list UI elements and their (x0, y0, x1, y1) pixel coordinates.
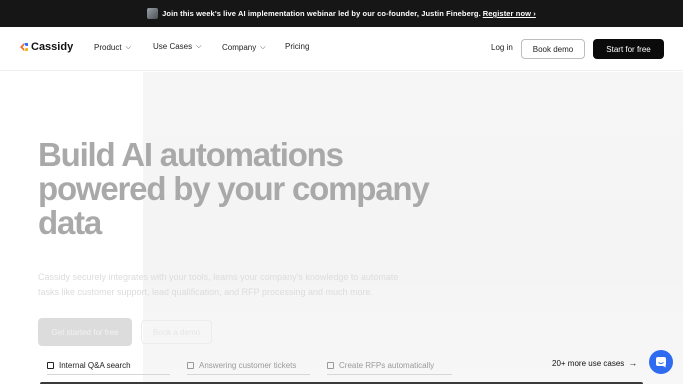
start-for-free-button[interactable]: Start for free (593, 39, 664, 59)
hero-book-demo-button[interactable]: Book a demo (141, 320, 212, 344)
document-icon (47, 362, 54, 369)
nav-product[interactable]: Product ⌵ (94, 43, 131, 52)
tab-internal-qa-search[interactable]: Internal Q&A search (47, 356, 170, 375)
nav-company[interactable]: Company ⌵ (222, 43, 266, 52)
get-started-button[interactable]: Get started for free (38, 318, 132, 346)
avatar-thumbnail-icon (147, 8, 159, 19)
chevron-down-icon: ⌵ (196, 42, 202, 50)
logo-wordmark: Cassidy (31, 41, 74, 53)
tab-underline (47, 374, 170, 375)
chevron-down-icon: ⌵ (260, 43, 266, 51)
chat-launcher-button[interactable] (649, 350, 673, 374)
nav-product-label: Product (94, 43, 122, 52)
document-icon (187, 362, 194, 369)
chevron-down-icon: ⌵ (125, 43, 131, 51)
cassidy-logo[interactable]: Cassidy (19, 41, 73, 53)
tab-label: Answering customer tickets (199, 361, 297, 370)
headline-line-3: data (38, 204, 102, 241)
cassidy-logo-icon (20, 43, 28, 51)
nav-pricing-label: Pricing (285, 42, 310, 51)
nav-use-cases-label: Use Cases (153, 42, 193, 51)
announcement-bar: Join this week's live AI implementation … (0, 0, 683, 27)
tab-label: Internal Q&A search (59, 361, 131, 370)
top-navigation: Cassidy Product ⌵ Use Cases ⌵ Company ⌵ … (0, 27, 683, 71)
subtext-line-2: tasks like customer support, lead qualif… (38, 287, 373, 297)
tab-create-rfps[interactable]: Create RFPs automatically (327, 356, 452, 375)
document-icon (327, 362, 334, 369)
chat-icon (656, 357, 666, 368)
hero-headline: Build AI automations powered by your com… (38, 138, 438, 240)
hero-subtext: Cassidy securely integrates with your to… (38, 270, 418, 300)
tab-underline (327, 374, 452, 375)
book-demo-button[interactable]: Book demo (521, 39, 585, 59)
nav-pricing[interactable]: Pricing (285, 42, 309, 51)
arrow-right-icon: → (628, 358, 638, 368)
more-use-cases-link[interactable]: 20+ more use cases → (552, 358, 637, 368)
tab-label: Create RFPs automatically (339, 361, 435, 370)
tab-answering-customer-tickets[interactable]: Answering customer tickets (187, 356, 310, 375)
announcement-text: Join this week's live AI implementation … (162, 9, 481, 18)
nav-use-cases[interactable]: Use Cases ⌵ (153, 42, 201, 51)
headline-line-1: Build AI automations (38, 136, 344, 173)
login-link[interactable]: Log in (491, 43, 513, 52)
nav-company-label: Company (222, 43, 257, 52)
tab-underline (187, 374, 310, 375)
subtext-line-1: Cassidy securely integrates with your to… (38, 272, 399, 282)
register-now-link[interactable]: Register now › (483, 9, 536, 18)
more-use-cases-label: 20+ more use cases (552, 358, 625, 368)
headline-line-2: powered by your company (38, 170, 430, 207)
